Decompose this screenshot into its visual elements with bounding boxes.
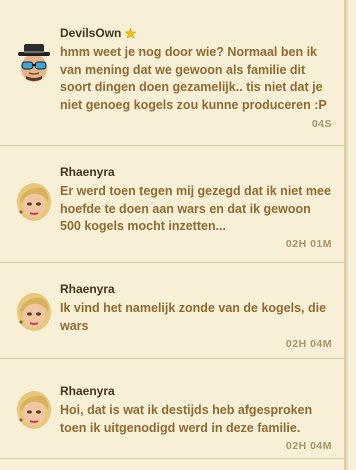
chat-message: DevilsOwn hmm weet je nog door wie? Norm… — [0, 0, 344, 146]
chat-message: Rhaenyra Er werd toen tegen mij gezegd d… — [0, 145, 344, 263]
vip-star-icon — [125, 27, 137, 39]
chat-feed: DevilsOwn hmm weet je nog door wie? Norm… — [0, 0, 348, 470]
message-text: Er werd toen tegen mij gezegd dat ik nie… — [60, 184, 331, 233]
mobster-hat-sunglasses-avatar-icon[interactable] — [12, 42, 56, 86]
message-text: hmm weet je nog door wie? Normaal ben ik… — [60, 45, 327, 112]
message-author[interactable]: DevilsOwn — [60, 26, 121, 40]
message-time: 02H 04M — [285, 440, 332, 452]
message-text: Hoi, dat is wat ik destijds heb afgespro… — [60, 403, 313, 435]
message-time: 02H 01M — [285, 238, 332, 250]
chat-message: Rhaenyra Ik vind het namelijk zonde van … — [0, 262, 344, 359]
message-author[interactable]: Rhaenyra — [60, 384, 115, 398]
blonde-woman-avatar-icon[interactable] — [12, 388, 56, 432]
blonde-woman-avatar-icon[interactable] — [12, 290, 56, 334]
message-author[interactable]: Rhaenyra — [60, 165, 115, 179]
blonde-woman-avatar-icon[interactable] — [12, 180, 56, 224]
message-time: 04S — [311, 118, 332, 130]
message-author[interactable]: Rhaenyra — [60, 282, 115, 296]
message-time: 02H 04M — [285, 338, 332, 350]
message-text: Ik vind het namelijk zonde van de kogels… — [60, 301, 327, 333]
scrollbar[interactable] — [344, 0, 346, 470]
chat-message: Rhaenyra Hoi, dat is wat ik destijds heb… — [0, 358, 344, 459]
